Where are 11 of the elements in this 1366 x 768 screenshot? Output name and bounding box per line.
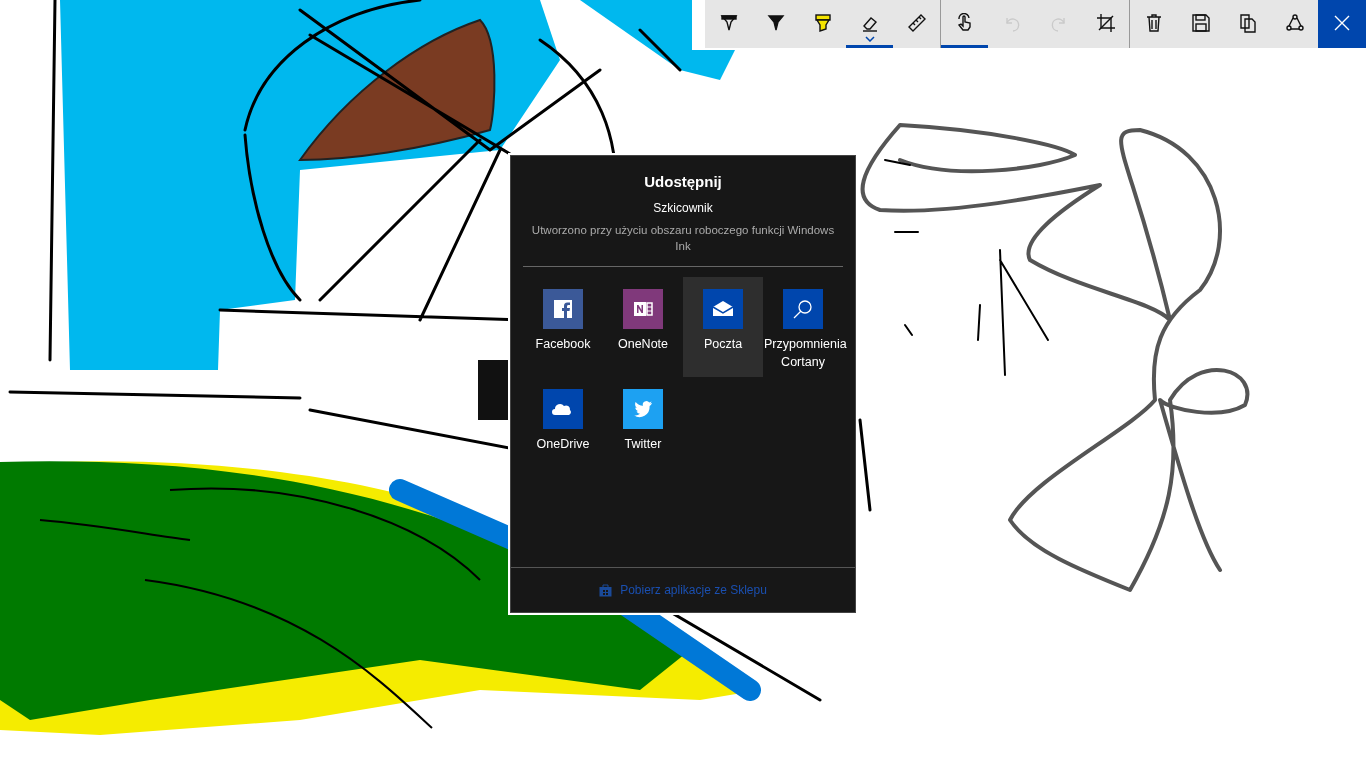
sky-drawing: [692, 50, 736, 81]
share-target-tile[interactable]: OneNote: [603, 276, 683, 377]
share-target-tile[interactable]: Poczta: [683, 276, 763, 377]
share-target-tile[interactable]: OneDrive: [523, 376, 603, 477]
description-text: Utworzono przy użyciu obszaru roboczego funkcji Windows Ink: [530, 222, 836, 254]
store-bag-icon: [599, 583, 613, 597]
app-name: Szkicownik: [653, 199, 713, 217]
share-target-tile[interactable]: Twitter: [603, 376, 683, 477]
caret-icon: [864, 36, 875, 42]
share-target-tile[interactable]: Facebook: [523, 276, 603, 377]
panel-title: Udostępnij: [644, 172, 722, 192]
